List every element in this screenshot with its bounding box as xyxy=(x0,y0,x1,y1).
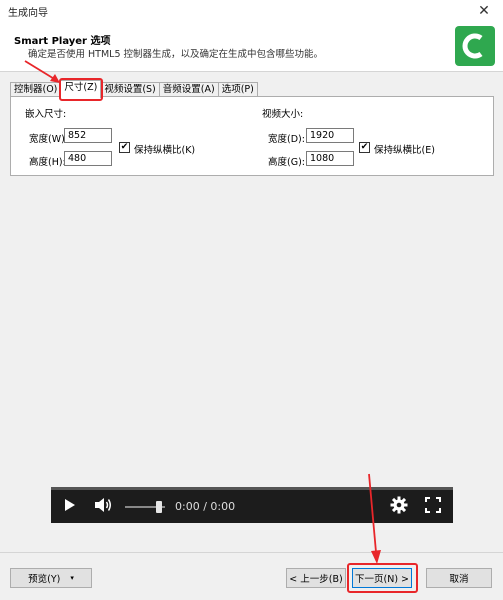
embed-height-label: 高度(H): xyxy=(29,157,66,168)
progress-track[interactable] xyxy=(51,487,453,490)
video-height-label: 高度(G): xyxy=(268,157,305,168)
volume-icon[interactable] xyxy=(93,496,113,517)
embed-width-label: 宽度(W): xyxy=(29,134,69,145)
video-keep-ratio-label: 保持纵横比(E) xyxy=(374,145,435,156)
size-panel: 嵌入尺寸: 宽度(W): 852 高度(H): 480 ✔ 保持纵横比(K) 视… xyxy=(10,96,494,176)
tab-strip: 控制器(O) 尺寸(Z) 视频设置(S) 音频设置(A) 选项(P) xyxy=(10,80,258,98)
embed-width-input[interactable]: 852 xyxy=(64,128,112,143)
video-keep-ratio-checkbox[interactable]: ✔ xyxy=(359,142,370,153)
gear-icon[interactable] xyxy=(390,496,408,517)
embed-keep-ratio-label: 保持纵横比(K) xyxy=(134,145,196,156)
wizard-header: Smart Player 选项 确定是否使用 HTML5 控制器生成，以及确定在… xyxy=(0,22,503,72)
preview-button-label: 预览(Y) xyxy=(28,574,61,585)
tab-audio-settings[interactable]: 音频设置(A) xyxy=(158,82,219,97)
checkmark-icon: ✔ xyxy=(360,142,369,152)
footer-divider xyxy=(0,552,503,553)
dropdown-arrow-icon: ▾ xyxy=(70,574,74,582)
embed-height-input[interactable]: 480 xyxy=(64,151,112,166)
video-height-input[interactable]: 1080 xyxy=(306,151,354,166)
camtasia-logo-icon xyxy=(455,26,495,66)
tab-video-settings[interactable]: 视频设置(S) xyxy=(100,82,160,97)
preview-dropdown-button[interactable]: 预览(Y) ▾ xyxy=(10,568,92,588)
previous-button[interactable]: < 上一步(B) xyxy=(286,568,346,588)
video-size-heading: 视频大小: xyxy=(262,109,304,120)
embed-size-heading: 嵌入尺寸: xyxy=(25,109,67,120)
tab-size[interactable]: 尺寸(Z) xyxy=(60,80,102,98)
window-title: 生成向导 xyxy=(8,7,48,19)
cancel-button[interactable]: 取消 xyxy=(426,568,492,588)
page-title: Smart Player 选项 xyxy=(14,36,111,47)
video-width-label: 宽度(D): xyxy=(268,134,305,145)
play-icon[interactable] xyxy=(63,497,77,516)
fullscreen-icon[interactable] xyxy=(425,497,441,516)
embed-keep-ratio-checkbox[interactable]: ✔ xyxy=(119,142,130,153)
video-width-input[interactable]: 1920 xyxy=(306,128,354,143)
checkmark-icon: ✔ xyxy=(120,142,129,152)
player-control-bar: 0:00 / 0:00 xyxy=(51,487,453,523)
time-display: 0:00 / 0:00 xyxy=(175,500,236,513)
page-subtitle: 确定是否使用 HTML5 控制器生成，以及确定在生成中包含哪些功能。 xyxy=(28,49,324,60)
tab-controller[interactable]: 控制器(O) xyxy=(10,82,62,97)
next-button[interactable]: 下一页(N) > xyxy=(352,568,412,588)
volume-slider-handle[interactable] xyxy=(156,501,162,513)
close-icon[interactable]: ✕ xyxy=(473,0,495,22)
title-bar: 生成向导 ✕ xyxy=(0,0,503,22)
tab-options[interactable]: 选项(P) xyxy=(217,82,258,97)
